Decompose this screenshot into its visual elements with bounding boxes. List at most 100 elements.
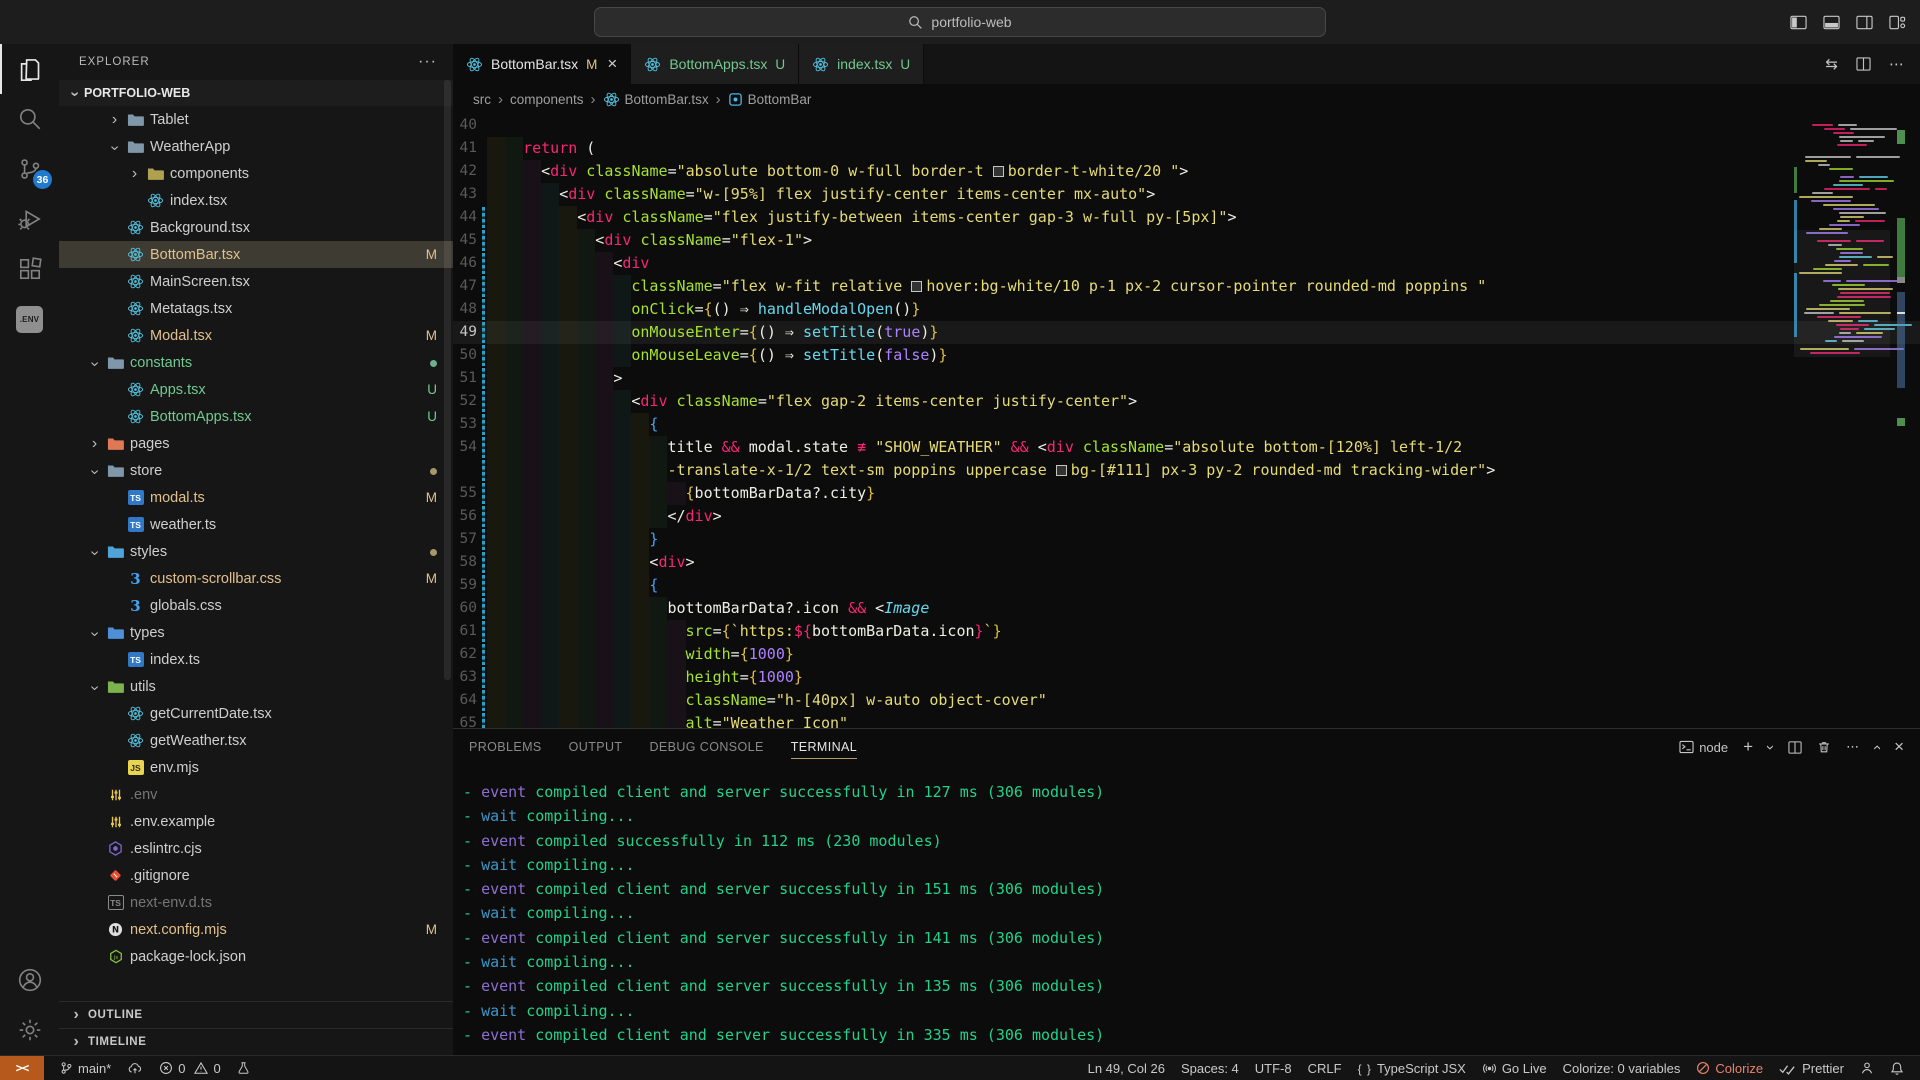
line-number[interactable]: 43 xyxy=(453,183,487,206)
status-problems[interactable]: 00 xyxy=(151,1056,228,1080)
tree-item-pages[interactable]: ›pages xyxy=(59,430,453,457)
activity-search-icon[interactable] xyxy=(0,94,59,144)
overview-ruler[interactable] xyxy=(1896,114,1906,728)
line-number[interactable]: 61 xyxy=(453,620,487,643)
tree-item-BottomApps.tsx[interactable]: BottomApps.tsxU xyxy=(59,403,453,430)
views-more-icon[interactable]: ··· xyxy=(418,53,437,71)
activity-source-control-icon[interactable]: 36 xyxy=(0,144,59,194)
activity-explorer-icon[interactable] xyxy=(0,44,59,94)
tree-item-types[interactable]: ›types xyxy=(59,619,453,646)
breadcrumb-BottomBar[interactable]: BottomBar xyxy=(728,92,812,107)
code-line-65[interactable]: 65 alt="Weather Icon" xyxy=(453,712,1920,728)
command-center-search[interactable]: portfolio-web xyxy=(594,7,1326,37)
minimap[interactable] xyxy=(1794,114,1890,728)
tree-item-index.ts[interactable]: TSindex.ts xyxy=(59,646,453,673)
activity-settings-icon[interactable] xyxy=(0,1005,59,1055)
activity-account-icon[interactable] xyxy=(0,955,59,1005)
tree-item-store[interactable]: ›store xyxy=(59,457,453,484)
line-number[interactable]: 54 xyxy=(453,436,487,459)
code-line-48[interactable]: 48 onClick={() ⇒ handleModalOpen()} xyxy=(453,298,1920,321)
code-line-53[interactable]: 53 { xyxy=(453,413,1920,436)
code-line-59[interactable]: 59 { xyxy=(453,574,1920,597)
toggle-panel-icon[interactable] xyxy=(1823,15,1840,30)
code-line-64[interactable]: 64 className="h-[40px] w-auto object-cov… xyxy=(453,689,1920,712)
line-number[interactable] xyxy=(453,459,487,482)
tree-item-Apps.tsx[interactable]: Apps.tsxU xyxy=(59,376,453,403)
panel-tab-debug-console[interactable]: DEBUG CONSOLE xyxy=(649,729,763,765)
tree-item-globals.css[interactable]: 3globals.css xyxy=(59,592,453,619)
panel-tab-terminal[interactable]: TERMINAL xyxy=(791,729,857,765)
line-number[interactable]: 53 xyxy=(453,413,487,436)
tree-item-.env.example[interactable]: .env.example xyxy=(59,808,453,835)
line-number[interactable]: 65 xyxy=(453,712,487,728)
line-number[interactable]: 58 xyxy=(453,551,487,574)
line-number[interactable]: 50 xyxy=(453,344,487,367)
code-line-44[interactable]: 44 <div className="flex justify-between … xyxy=(453,206,1920,229)
toggle-secondary-sidebar-icon[interactable] xyxy=(1856,15,1873,30)
breadcrumb-BottomBar.tsx[interactable]: BottomBar.tsx xyxy=(603,91,709,108)
tree-item-WeatherApp[interactable]: ›WeatherApp xyxy=(59,133,453,160)
status-colorize-variables[interactable]: Colorize: 0 variables xyxy=(1555,1061,1689,1076)
line-number[interactable]: 41 xyxy=(453,137,487,160)
breadcrumb-components[interactable]: components xyxy=(510,92,584,107)
code-line-40[interactable]: 40 xyxy=(453,114,1920,137)
code-line-45[interactable]: 45 <div className="flex-1"> xyxy=(453,229,1920,252)
line-number[interactable]: 49 xyxy=(453,321,487,344)
outline-section[interactable]: › OUTLINE xyxy=(59,1001,453,1028)
code-line-41[interactable]: 41 return ( xyxy=(453,137,1920,160)
status-indentation[interactable]: Spaces: 4 xyxy=(1173,1061,1247,1076)
line-number[interactable]: 42 xyxy=(453,160,487,183)
terminal-output[interactable]: - event compiled client and server succe… xyxy=(453,765,1920,1055)
line-number[interactable]: 44 xyxy=(453,206,487,229)
tree-item-Modal.tsx[interactable]: Modal.tsxM xyxy=(59,322,453,349)
tree-item-modal.ts[interactable]: TSmodal.tsM xyxy=(59,484,453,511)
new-terminal-icon[interactable]: + xyxy=(1743,737,1753,757)
tree-item-.gitignore[interactable]: .gitignore xyxy=(59,862,453,889)
tree-item-getCurrentDate.tsx[interactable]: getCurrentDate.tsx xyxy=(59,700,453,727)
status-notifications[interactable] xyxy=(1882,1061,1912,1076)
line-number[interactable]: 64 xyxy=(453,689,487,712)
line-number[interactable]: 48 xyxy=(453,298,487,321)
line-number[interactable]: 63 xyxy=(453,666,487,689)
close-panel-icon[interactable]: × xyxy=(1894,737,1904,757)
status-cursor-position[interactable]: Ln 49, Col 26 xyxy=(1080,1061,1173,1076)
code-line-42[interactable]: 42 <div className="absolute bottom-0 w-f… xyxy=(453,160,1920,183)
tree-item-custom-scrollbar.css[interactable]: 3custom-scrollbar.cssM xyxy=(59,565,453,592)
code-line-51[interactable]: 51 > xyxy=(453,367,1920,390)
tree-item-BottomBar.tsx[interactable]: BottomBar.tsxM xyxy=(59,241,453,268)
close-tab-icon[interactable]: × xyxy=(607,54,617,74)
tree-item-env.mjs[interactable]: JSenv.mjs xyxy=(59,754,453,781)
line-number[interactable]: 45 xyxy=(453,229,487,252)
status-publish[interactable] xyxy=(119,1056,151,1080)
status-go-live[interactable]: Go Live xyxy=(1474,1061,1555,1076)
tree-item-constants[interactable]: ›constants xyxy=(59,349,453,376)
panel-more-icon[interactable]: ⋯ xyxy=(1846,739,1859,755)
terminal-process[interactable]: node xyxy=(1679,740,1728,755)
code-line-56[interactable]: 56 </div> xyxy=(453,505,1920,528)
remote-indicator[interactable]: >< xyxy=(0,1056,44,1080)
timeline-section[interactable]: › TIMELINE xyxy=(59,1028,453,1055)
code-line-55[interactable]: 55 {bottomBarData?.city} xyxy=(453,482,1920,505)
code-line-52[interactable]: 52 <div className="flex gap-2 items-cent… xyxy=(453,390,1920,413)
code-line-54[interactable]: 54 title && modal.state ≢ "SHOW_WEATHER"… xyxy=(453,436,1920,459)
split-editor-icon[interactable] xyxy=(1856,57,1871,71)
tree-item-next.config.mjs[interactable]: Nnext.config.mjsM xyxy=(59,916,453,943)
tree-item-utils[interactable]: ›utils xyxy=(59,673,453,700)
status-colorize[interactable]: Colorize xyxy=(1688,1061,1771,1076)
line-number[interactable]: 59 xyxy=(453,574,487,597)
code-line-47[interactable]: 47 className="flex w-fit relative hover:… xyxy=(453,275,1920,298)
tab-index.tsx[interactable]: index.tsxU xyxy=(799,44,924,84)
line-number[interactable]: 52 xyxy=(453,390,487,413)
code-line-60[interactable]: 60 bottomBarData?.icon && <Image xyxy=(453,597,1920,620)
code-line-62[interactable]: 62 width={1000} xyxy=(453,643,1920,666)
kill-terminal-icon[interactable] xyxy=(1817,740,1831,754)
maximize-panel-icon[interactable]: › xyxy=(1868,745,1885,750)
tab-BottomBar.tsx[interactable]: BottomBar.tsxM× xyxy=(453,44,631,84)
tab-BottomApps.tsx[interactable]: BottomApps.tsxU xyxy=(631,44,799,84)
status-test-status[interactable] xyxy=(229,1056,258,1080)
line-number[interactable]: 47 xyxy=(453,275,487,298)
status-branch[interactable]: main* xyxy=(52,1056,119,1080)
customize-layout-icon[interactable] xyxy=(1889,15,1906,30)
status-eol[interactable]: CRLF xyxy=(1300,1061,1350,1076)
code-line-50[interactable]: 50 onMouseLeave={() ⇒ setTitle(false)} xyxy=(453,344,1920,367)
